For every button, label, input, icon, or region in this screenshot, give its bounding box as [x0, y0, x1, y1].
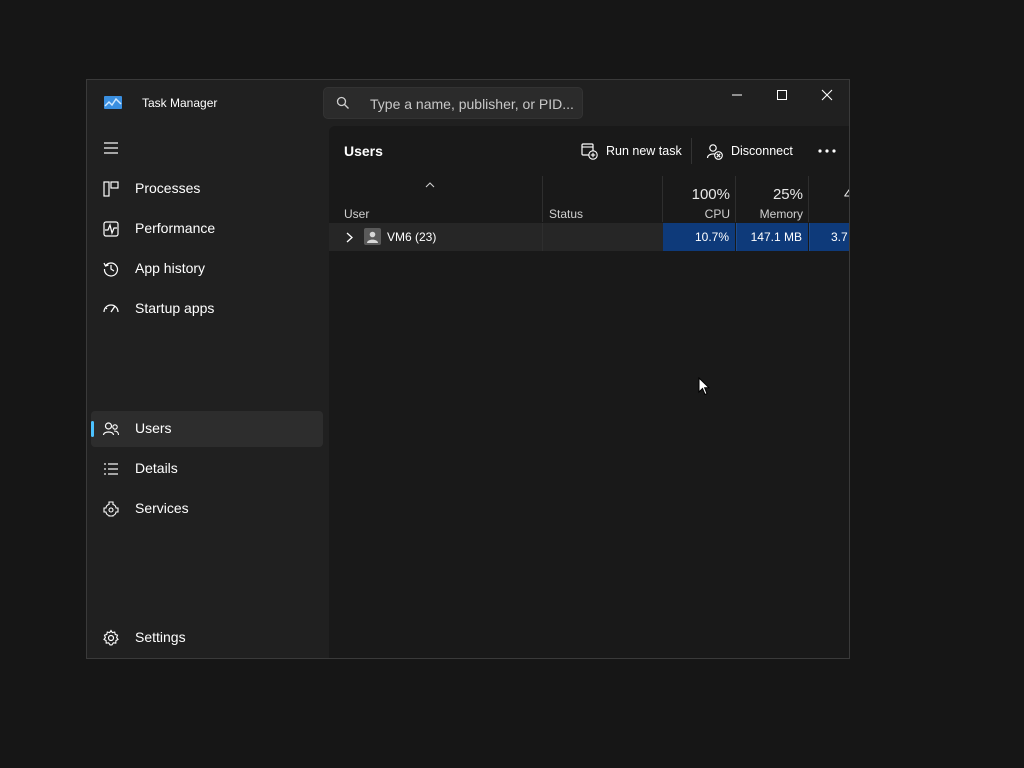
sidebar-item-performance[interactable]: Performance [91, 211, 323, 247]
sidebar-item-app-history[interactable]: App history [91, 251, 323, 287]
run-new-task-label: Run new task [606, 144, 682, 158]
memory-usage-total: 25% [772, 186, 803, 203]
column-header-user[interactable]: User [344, 207, 369, 221]
more-options-button[interactable] [813, 136, 841, 166]
sidebar-item-label: Details [135, 460, 178, 476]
services-icon [103, 501, 119, 517]
expand-chevron-icon[interactable] [346, 232, 353, 243]
cpu-usage-total: 100% [691, 186, 730, 203]
minimize-icon [732, 94, 742, 96]
sidebar-item-details[interactable]: Details [91, 451, 323, 487]
sidebar-item-users[interactable]: Users [91, 411, 323, 447]
sidebar-item-label: Processes [135, 180, 201, 196]
sidebar-item-label: Services [135, 500, 189, 516]
sidebar: Processes Performance App history Startu… [87, 126, 329, 658]
startup-apps-icon [103, 304, 119, 313]
column-header-memory[interactable]: Memory [760, 207, 803, 221]
app-title: Task Manager [142, 96, 218, 110]
active-indicator [91, 421, 94, 437]
column-divider [808, 176, 809, 222]
hamburger-menu-icon[interactable] [103, 141, 119, 155]
sidebar-item-services[interactable]: Services [91, 491, 323, 527]
column-divider [735, 176, 736, 222]
sidebar-item-settings[interactable]: Settings [91, 620, 323, 656]
task-manager-window: Task Manager Type a name, publisher, or … [86, 79, 850, 659]
cpu-cell: 10.7% [663, 223, 735, 251]
close-icon [821, 89, 833, 101]
user-name: VM6 (23) [387, 230, 437, 244]
maximize-button[interactable] [759, 80, 805, 110]
sidebar-item-label: Startup apps [135, 300, 215, 316]
sidebar-item-label: Settings [135, 629, 186, 645]
minimize-button[interactable] [714, 80, 760, 110]
sidebar-item-label: App history [135, 260, 206, 276]
memory-cell: 147.1 MB [736, 223, 808, 251]
users-icon [102, 422, 120, 436]
mouse-cursor-icon [698, 377, 710, 396]
user-cell[interactable]: VM6 (23) [329, 223, 663, 251]
next-column-usage-total: 4 [844, 186, 849, 203]
command-separator [691, 138, 692, 164]
sidebar-item-startup-apps[interactable]: Startup apps [91, 291, 323, 327]
column-divider [662, 176, 663, 222]
column-header-cpu[interactable]: CPU [705, 207, 730, 221]
disconnect-button[interactable]: Disconnect [706, 136, 793, 166]
sidebar-item-label: Performance [135, 220, 216, 236]
app-history-icon [103, 262, 119, 277]
disconnect-label: Disconnect [731, 144, 793, 158]
sort-ascending-icon[interactable] [425, 182, 435, 188]
page-title: Users [344, 143, 383, 159]
search-box[interactable]: Type a name, publisher, or PID... [323, 87, 583, 119]
maximize-icon [777, 90, 787, 100]
gear-icon [103, 629, 119, 646]
run-new-task-icon [581, 142, 598, 160]
search-input[interactable]: Type a name, publisher, or PID... [370, 96, 574, 112]
more-icon [818, 149, 836, 153]
processes-icon [103, 181, 119, 197]
sidebar-item-processes[interactable]: Processes [91, 171, 323, 207]
search-icon [336, 96, 349, 109]
column-header-status[interactable]: Status [549, 207, 583, 221]
column-divider [542, 223, 543, 251]
details-icon [104, 463, 118, 475]
table-header: User Status 100% CPU 25% Memory 4 [329, 176, 849, 222]
performance-icon [103, 221, 119, 237]
main-content: Users Run new task Disconnect User Statu… [329, 126, 849, 658]
run-new-task-button[interactable]: Run new task [581, 136, 682, 166]
close-button[interactable] [804, 80, 849, 110]
next-column-cell: 3.7 MB [809, 223, 849, 251]
sidebar-item-label: Users [135, 420, 172, 436]
task-manager-app-icon [104, 96, 122, 109]
title-bar[interactable]: Task Manager Type a name, publisher, or … [87, 80, 849, 126]
table-row[interactable]: VM6 (23) 10.7% 147.1 MB 3.7 MB [329, 223, 849, 251]
disconnect-icon [706, 143, 723, 160]
column-divider [542, 176, 543, 222]
user-avatar-icon [364, 228, 381, 245]
